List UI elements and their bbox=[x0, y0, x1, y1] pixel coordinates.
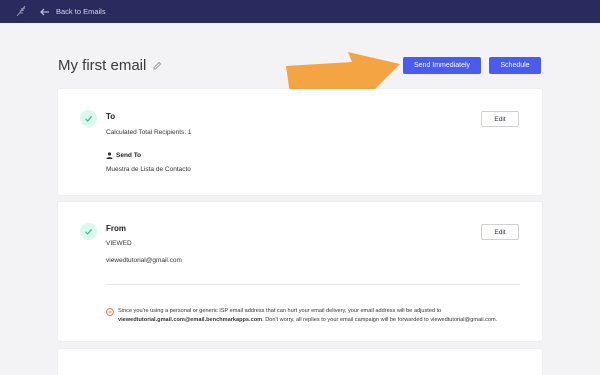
send-to-label: Send To bbox=[106, 152, 141, 159]
next-section-card bbox=[58, 349, 542, 375]
edit-to-button[interactable]: Edit bbox=[481, 111, 519, 127]
section-divider bbox=[106, 284, 520, 285]
warning-text-1: Since you're using a personal or generic… bbox=[118, 308, 442, 314]
from-email: viewedtutorial@gmail.com bbox=[106, 257, 182, 264]
warning-text-2: . Don't worry, all replies to your email… bbox=[262, 317, 498, 323]
arrow-left-icon bbox=[40, 8, 49, 15]
to-heading: To bbox=[106, 112, 116, 121]
person-icon bbox=[106, 152, 113, 159]
from-heading: From bbox=[106, 224, 126, 233]
back-link-label: Back to Emails bbox=[56, 7, 106, 16]
edit-from-button[interactable]: Edit bbox=[481, 224, 519, 240]
pencil-icon[interactable] bbox=[152, 61, 162, 71]
email-adjustment-warning: Since you're using a personal or generic… bbox=[118, 307, 528, 325]
send-immediately-button[interactable]: Send Immediately bbox=[403, 57, 481, 74]
from-section-card: From VIEWED viewedtutorial@gmail.com Edi… bbox=[58, 202, 542, 341]
to-section-card: To Calculated Total Recipients: 1 Send T… bbox=[58, 89, 542, 195]
schedule-button[interactable]: Schedule bbox=[489, 57, 541, 74]
top-bar: Back to Emails bbox=[0, 0, 600, 23]
send-to-text: Send To bbox=[116, 152, 142, 159]
title-row: My first email bbox=[58, 57, 162, 74]
feather-logo-icon[interactable] bbox=[14, 4, 28, 18]
check-circle-icon bbox=[80, 223, 97, 240]
page-title: My first email bbox=[58, 57, 147, 74]
recipients-count: Calculated Total Recipients: 1 bbox=[106, 129, 192, 136]
back-to-emails-link[interactable]: Back to Emails bbox=[40, 5, 106, 18]
minus-circle-icon bbox=[106, 308, 114, 316]
adjusted-email: viewedtutorial.gmail.com@email.benchmark… bbox=[118, 317, 263, 323]
contact-list-name: Muestra de Lista de Contacto bbox=[106, 166, 191, 173]
check-circle-icon bbox=[80, 110, 97, 127]
from-name: VIEWED bbox=[106, 240, 132, 247]
